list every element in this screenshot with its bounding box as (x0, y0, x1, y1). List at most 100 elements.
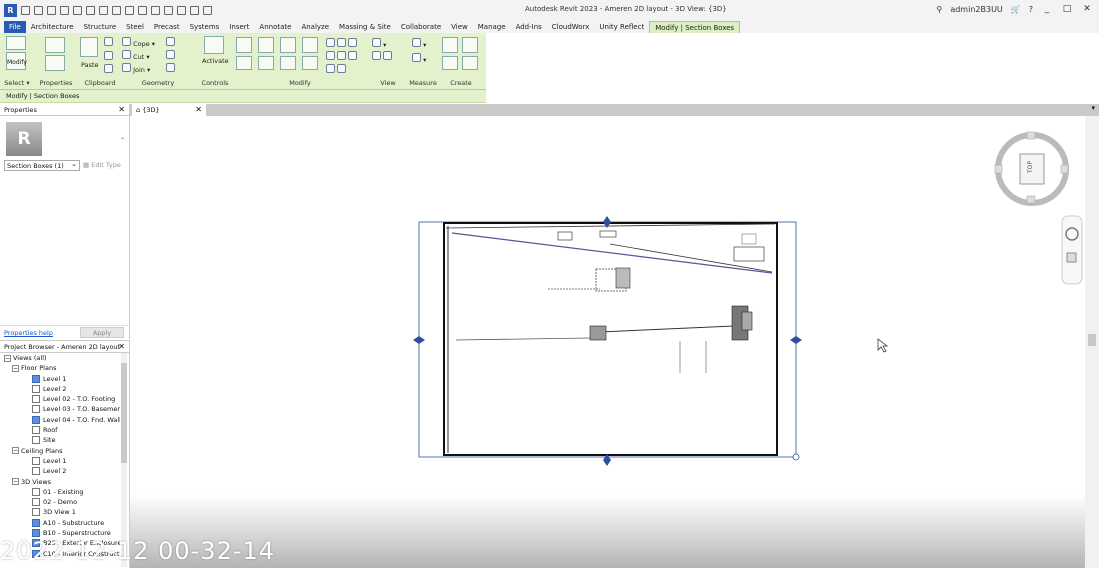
viewcube-west-icon[interactable] (994, 164, 1003, 174)
tree-group-ceiling-plans[interactable]: − Ceiling Plans (2, 446, 120, 456)
switch-windows-icon[interactable] (203, 6, 212, 15)
viewcube-north-icon[interactable] (1026, 131, 1036, 140)
view-tab-3d[interactable]: ⌂ {3D} ✕ (132, 104, 206, 116)
tree-root-views[interactable]: − Views (all) (2, 353, 120, 363)
tree-item-ceiling-plan[interactable]: Level 1 (2, 456, 120, 466)
mirror-draw-icon[interactable] (302, 37, 318, 53)
select-arrow-icon[interactable] (6, 36, 26, 50)
trim-icon[interactable] (302, 56, 318, 70)
delete-icon[interactable] (326, 64, 347, 75)
collapse-toggle-icon[interactable]: − (12, 364, 19, 372)
chevron-down-icon[interactable]: ⌄ (120, 134, 125, 141)
print-icon[interactable] (99, 6, 108, 15)
copy-icon[interactable] (258, 56, 274, 70)
minimize-button[interactable]: _ (1041, 4, 1053, 14)
tab-massing-site[interactable]: Massing & Site (334, 21, 396, 33)
grip-arrow-right[interactable] (790, 336, 796, 344)
sync-icon[interactable] (60, 6, 69, 15)
properties-icon[interactable] (45, 55, 65, 71)
collapse-toggle-icon[interactable]: − (12, 478, 19, 486)
tree-item-3d-view[interactable]: 01 - Existing (2, 487, 120, 497)
create-group-icon[interactable] (442, 56, 458, 70)
move-icon[interactable] (236, 56, 252, 70)
copy-clip-icon[interactable] (104, 51, 113, 62)
search-icon[interactable]: ⚲ (936, 5, 942, 14)
array-icon[interactable] (326, 51, 358, 62)
tab-collaborate[interactable]: Collaborate (396, 21, 446, 33)
scrollbar-thumb[interactable] (121, 363, 127, 463)
tree-item-floor-plan[interactable]: Level 1 (2, 374, 120, 384)
rotate-grip-icon[interactable] (792, 453, 800, 461)
offset-icon[interactable] (258, 37, 274, 53)
tab-steel[interactable]: Steel (121, 21, 149, 33)
tab-systems[interactable]: Systems (185, 21, 225, 33)
grip-arrow-bottom[interactable] (603, 460, 611, 466)
tree-item-3d-view[interactable]: A10 - Substructure (2, 518, 120, 528)
tab-cloudworx[interactable]: CloudWorx (547, 21, 595, 33)
canvas-scrollbar[interactable] (1085, 116, 1099, 568)
apply-button[interactable]: Apply (80, 327, 124, 338)
3d-view-icon[interactable] (151, 6, 160, 15)
tree-item-floor-plan[interactable]: Level 03 - T.O. Basement (2, 404, 120, 414)
create-parts-icon[interactable] (462, 37, 478, 53)
wall-joins-icon[interactable] (166, 50, 175, 61)
tab-view[interactable]: View (446, 21, 473, 33)
maximize-button[interactable]: □ (1061, 4, 1073, 14)
viewcube-south-icon[interactable] (1026, 195, 1036, 204)
revit-logo-icon[interactable]: R (4, 4, 17, 17)
create-similar-icon[interactable] (462, 56, 478, 70)
tab-annotate[interactable]: Annotate (254, 21, 296, 33)
tab-precast[interactable]: Precast (149, 21, 185, 33)
text-icon[interactable] (138, 6, 147, 15)
tab-modify-section-boxes[interactable]: Modify | Section Boxes (649, 21, 741, 33)
tab-analyze[interactable]: Analyze (296, 21, 334, 33)
open-icon[interactable] (34, 6, 43, 15)
save-icon[interactable] (47, 6, 56, 15)
split-face-icon[interactable] (166, 37, 175, 48)
user-account[interactable]: admin2B3UU (950, 5, 1002, 14)
cart-icon[interactable]: 🛒 (1011, 5, 1021, 14)
modify-button[interactable]: Modify (6, 52, 27, 70)
tab-unity-reflect[interactable]: Unity Reflect (594, 21, 649, 33)
match-properties-icon[interactable] (104, 64, 113, 75)
close-button[interactable]: ✕ (1081, 4, 1093, 14)
group-label-select[interactable]: Select ▾ (4, 79, 30, 87)
section-icon[interactable] (164, 6, 173, 15)
tree-item-floor-plan[interactable]: Level 02 - T.O. Footing (2, 394, 120, 404)
tab-insert[interactable]: Insert (224, 21, 254, 33)
tree-item-3d-view[interactable]: 3D View 1 (2, 507, 120, 517)
measure-distance-icon[interactable]: ▾ (412, 38, 426, 49)
tree-item-3d-view[interactable]: 02 - Demo (2, 497, 120, 507)
tree-item-floor-plan[interactable]: Level 04 - T.O. Fnd. Wall (2, 415, 120, 425)
edit-type-button[interactable]: ▦ Edit Type (83, 161, 121, 169)
paste-icon[interactable] (80, 37, 98, 57)
rotate-icon[interactable] (280, 56, 296, 70)
override-graphics-icon[interactable] (372, 51, 393, 62)
thin-lines-icon[interactable] (177, 6, 186, 15)
tree-item-floor-plan[interactable]: Site (2, 435, 120, 445)
tab-manage[interactable]: Manage (473, 21, 511, 33)
paint-icon[interactable] (166, 63, 175, 74)
collapse-toggle-icon[interactable]: − (4, 354, 11, 362)
align-icon[interactable] (236, 37, 252, 53)
tree-group-3d-views[interactable]: −3D Views (2, 477, 120, 487)
type-properties-icon[interactable] (45, 37, 65, 53)
grip-arrow-left[interactable] (413, 336, 419, 344)
tab-structure[interactable]: Structure (79, 21, 122, 33)
cut-button[interactable]: Cut ▾ (122, 50, 150, 61)
activate-icon[interactable] (204, 36, 224, 54)
browser-scrollbar[interactable] (121, 353, 127, 567)
redo-icon[interactable] (86, 6, 95, 15)
create-assembly-icon[interactable] (442, 37, 458, 53)
zoom-icon[interactable] (1066, 252, 1077, 263)
join-button[interactable]: Join ▾ (122, 63, 150, 74)
split-icon[interactable] (326, 38, 358, 49)
home-icon[interactable] (21, 6, 30, 15)
hide-icon[interactable]: ▾ (372, 38, 386, 49)
undo-icon[interactable] (73, 6, 82, 15)
close-icon[interactable]: ✕ (195, 104, 202, 116)
cut-clip-icon[interactable] (104, 37, 113, 48)
tree-group-floor-plans[interactable]: − Floor Plans (2, 363, 120, 373)
close-hidden-icon[interactable] (190, 6, 199, 15)
tab-file[interactable]: File (4, 21, 26, 33)
